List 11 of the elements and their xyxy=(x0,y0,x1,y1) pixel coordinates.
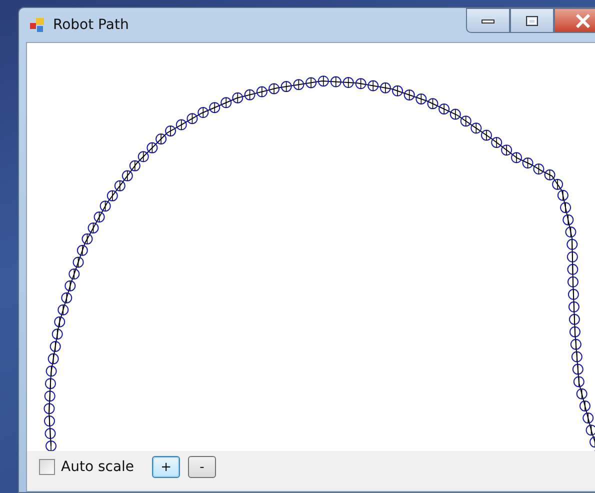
window-title: Robot Path xyxy=(53,17,130,33)
minimize-icon xyxy=(481,18,495,24)
close-button[interactable] xyxy=(554,8,595,33)
app-icon xyxy=(29,17,45,33)
minimize-button[interactable] xyxy=(466,8,510,33)
maximize-icon xyxy=(525,14,539,26)
zoom-in-button[interactable]: + xyxy=(152,456,180,478)
close-icon xyxy=(575,14,591,28)
auto-scale-checkbox[interactable]: Auto scale xyxy=(39,459,134,475)
zoom-out-button[interactable]: - xyxy=(188,456,216,478)
maximize-button[interactable] xyxy=(510,8,554,33)
